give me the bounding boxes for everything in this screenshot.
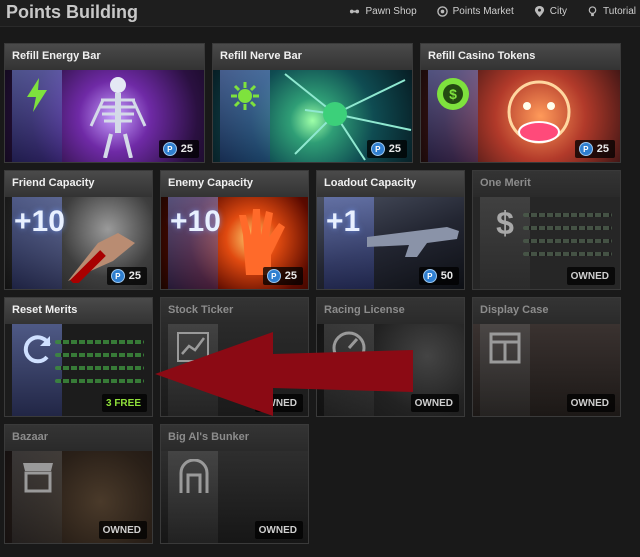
cost-value: 25 xyxy=(128,270,141,282)
dollar-icon: $ xyxy=(496,205,514,239)
card-title: Racing License xyxy=(317,298,464,325)
card-friend-capacity[interactable]: Friend Capacity +10 P 25 xyxy=(4,170,153,290)
nav-city[interactable]: City xyxy=(534,6,567,17)
card-title: Big Al's Bunker xyxy=(161,425,308,452)
page-title: Points Building xyxy=(6,2,138,22)
status-text: OWNED xyxy=(102,524,141,536)
card-title: Reset Merits xyxy=(5,298,152,325)
storefront-icon xyxy=(23,463,53,493)
status-text: OWNED xyxy=(258,524,297,536)
refresh-icon xyxy=(23,335,51,364)
cost-badge: P 25 xyxy=(106,267,147,285)
cost-badge: P 50 xyxy=(418,267,459,285)
svg-text:$: $ xyxy=(496,205,514,239)
cost-value: 25 xyxy=(596,143,609,155)
lightbulb-icon xyxy=(588,6,597,17)
nav-label: City xyxy=(549,6,568,17)
status-badge: OWNED xyxy=(410,394,459,412)
points-coin-icon: P xyxy=(578,142,593,156)
points-coin-icon: P xyxy=(110,269,125,283)
nav-label: Tutorial xyxy=(603,6,636,17)
status-badge: 3 FREE xyxy=(101,394,147,412)
card-refill-energy[interactable]: Refill Energy Bar P 25 xyxy=(4,43,205,163)
bonus-value: +1 xyxy=(326,205,361,238)
card-refill-casino-tokens[interactable]: Refill Casino Tokens $ P 25 xyxy=(420,43,621,163)
card-enemy-capacity[interactable]: Enemy Capacity +10 P 25 xyxy=(160,170,309,290)
cost-badge: P 25 xyxy=(366,140,407,158)
bonus-value: +10 xyxy=(14,205,65,238)
virus-icon xyxy=(231,82,259,110)
card-display-case[interactable]: Display Case OWNED xyxy=(472,297,621,417)
rifle-icon xyxy=(367,227,459,257)
nav-pawn-shop[interactable]: Pawn Shop xyxy=(349,6,417,17)
points-market-icon xyxy=(436,6,448,17)
points-coin-icon: P xyxy=(370,142,385,156)
card-loadout-capacity[interactable]: Loadout Capacity +1 P 50 xyxy=(316,170,465,290)
card-title: Refill Casino Tokens xyxy=(421,44,620,71)
merit-bars xyxy=(55,340,144,392)
card-big-als-bunker[interactable]: Big Al's Bunker OWNED xyxy=(160,424,309,544)
points-coin-icon: P xyxy=(422,269,437,283)
cost-badge: P 25 xyxy=(262,267,303,285)
card-title: One Merit xyxy=(473,171,620,198)
card-title: Enemy Capacity xyxy=(161,171,308,198)
status-badge: OWNED xyxy=(566,267,615,285)
status-text: 3 FREE xyxy=(105,397,141,409)
card-title: Display Case xyxy=(473,298,620,325)
card-title: Friend Capacity xyxy=(5,171,152,198)
svg-text:$: $ xyxy=(449,86,457,102)
card-title: Refill Energy Bar xyxy=(5,44,204,71)
top-nav: Pawn Shop Points Market City Tutorial xyxy=(349,6,636,17)
card-bazaar[interactable]: Bazaar OWNED xyxy=(4,424,153,544)
map-pin-icon xyxy=(534,6,544,17)
card-one-merit[interactable]: One Merit $ OWNED xyxy=(472,170,621,290)
card-title: Loadout Capacity xyxy=(317,171,464,198)
cost-value: 50 xyxy=(440,270,453,282)
status-badge: OWNED xyxy=(254,521,303,539)
red-arrow-annotation xyxy=(155,332,413,416)
cost-value: 25 xyxy=(388,143,401,155)
pawn-icon xyxy=(350,9,360,14)
points-coin-icon: P xyxy=(266,269,281,283)
nav-label: Pawn Shop xyxy=(365,6,417,17)
nav-points-market[interactable]: Points Market xyxy=(436,6,514,17)
card-refill-nerve[interactable]: Refill Nerve Bar P 25 xyxy=(212,43,413,163)
cost-value: 25 xyxy=(284,270,297,282)
points-coin-icon: P xyxy=(162,142,177,156)
status-badge: OWNED xyxy=(98,521,147,539)
bunker-door-icon xyxy=(179,459,209,493)
status-text: OWNED xyxy=(414,397,453,409)
cost-value: 25 xyxy=(180,143,193,155)
casino-chip-icon: $ xyxy=(437,78,469,110)
skeleton-icon xyxy=(89,77,147,158)
bonus-value: +10 xyxy=(170,205,221,238)
status-text: OWNED xyxy=(570,270,609,282)
display-case-icon xyxy=(489,332,521,364)
card-title: Stock Ticker xyxy=(161,298,308,325)
top-bar: Points Building Pawn Shop Points Market … xyxy=(0,0,640,27)
cost-badge: P 25 xyxy=(574,140,615,158)
cost-badge: P 25 xyxy=(158,140,199,158)
nav-label: Points Market xyxy=(452,6,514,17)
card-title: Bazaar xyxy=(5,425,152,452)
card-reset-merits[interactable]: Reset Merits 3 FREE xyxy=(4,297,153,417)
lightning-bolt-icon xyxy=(27,78,47,112)
nav-tutorial[interactable]: Tutorial xyxy=(587,6,636,17)
burning-hand-icon xyxy=(239,209,285,275)
card-title: Refill Nerve Bar xyxy=(213,44,412,71)
status-badge: OWNED xyxy=(566,394,615,412)
status-text: OWNED xyxy=(570,397,609,409)
merit-bars xyxy=(523,213,612,265)
